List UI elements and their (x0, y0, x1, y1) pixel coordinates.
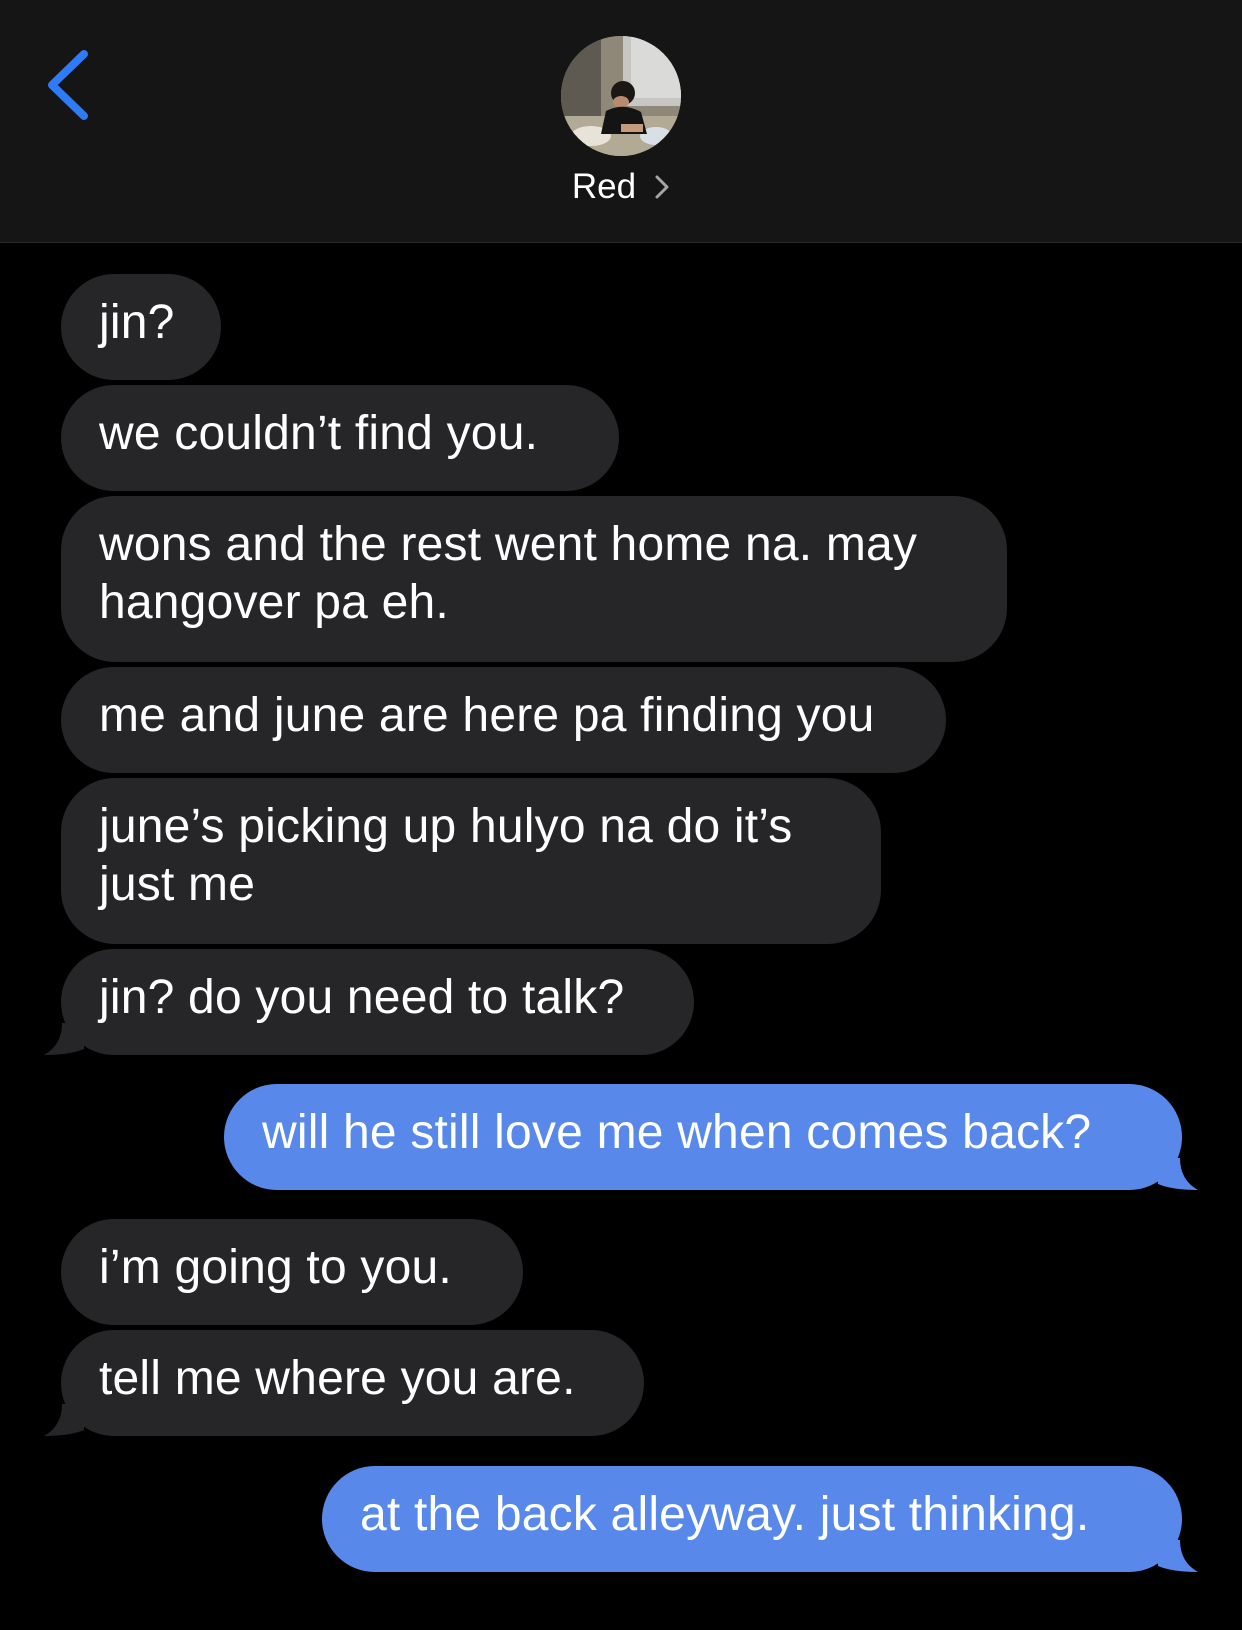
message-bubble-incoming[interactable]: tell me where you are. (61, 1330, 644, 1436)
contact-avatar[interactable] (561, 36, 681, 156)
conversation-header: Red (0, 0, 1242, 243)
chevron-right-icon (654, 164, 670, 214)
message-text: june’s picking up hulyo na do it’s just … (99, 800, 793, 911)
message-bubble-incoming[interactable]: jin? (61, 274, 221, 380)
message-thread: jin? we couldn’t find you. wons and the … (0, 242, 1242, 1630)
message-text: we couldn’t find you. (99, 407, 539, 460)
message-bubble-outgoing[interactable]: at the back alleyway. just thinking. (322, 1466, 1182, 1572)
contact-name: Red (571, 167, 637, 206)
message-text: i’m going to you. (99, 1241, 452, 1294)
back-button[interactable] (40, 40, 100, 130)
bubble-tail (1158, 1540, 1198, 1572)
message-text: wons and the rest went home na. may hang… (99, 518, 918, 629)
message-bubble-incoming[interactable]: june’s picking up hulyo na do it’s just … (61, 778, 881, 944)
bubble-tail (1158, 1158, 1198, 1190)
message-bubble-outgoing[interactable]: will he still love me when comes back? (224, 1084, 1182, 1190)
bubble-tail (44, 1023, 84, 1055)
message-text: me and june are here pa finding you (99, 689, 875, 742)
message-text: tell me where you are. (99, 1352, 576, 1405)
message-text: jin? do you need to talk? (99, 971, 625, 1024)
message-bubble-incoming[interactable]: we couldn’t find you. (61, 385, 619, 491)
chevron-left-icon (48, 50, 88, 120)
message-bubble-incoming[interactable]: i’m going to you. (61, 1219, 523, 1325)
message-text: at the back alleyway. just thinking. (360, 1488, 1090, 1541)
message-bubble-incoming[interactable]: wons and the rest went home na. may hang… (61, 496, 1007, 662)
message-text: will he still love me when comes back? (262, 1106, 1092, 1159)
contact-name-button[interactable]: Red (0, 162, 1242, 214)
message-text: jin? (99, 296, 175, 349)
message-bubble-incoming[interactable]: me and june are here pa finding you (61, 667, 946, 773)
contact-photo (561, 36, 681, 156)
message-bubble-incoming[interactable]: jin? do you need to talk? (61, 949, 694, 1055)
bubble-tail (44, 1404, 84, 1436)
